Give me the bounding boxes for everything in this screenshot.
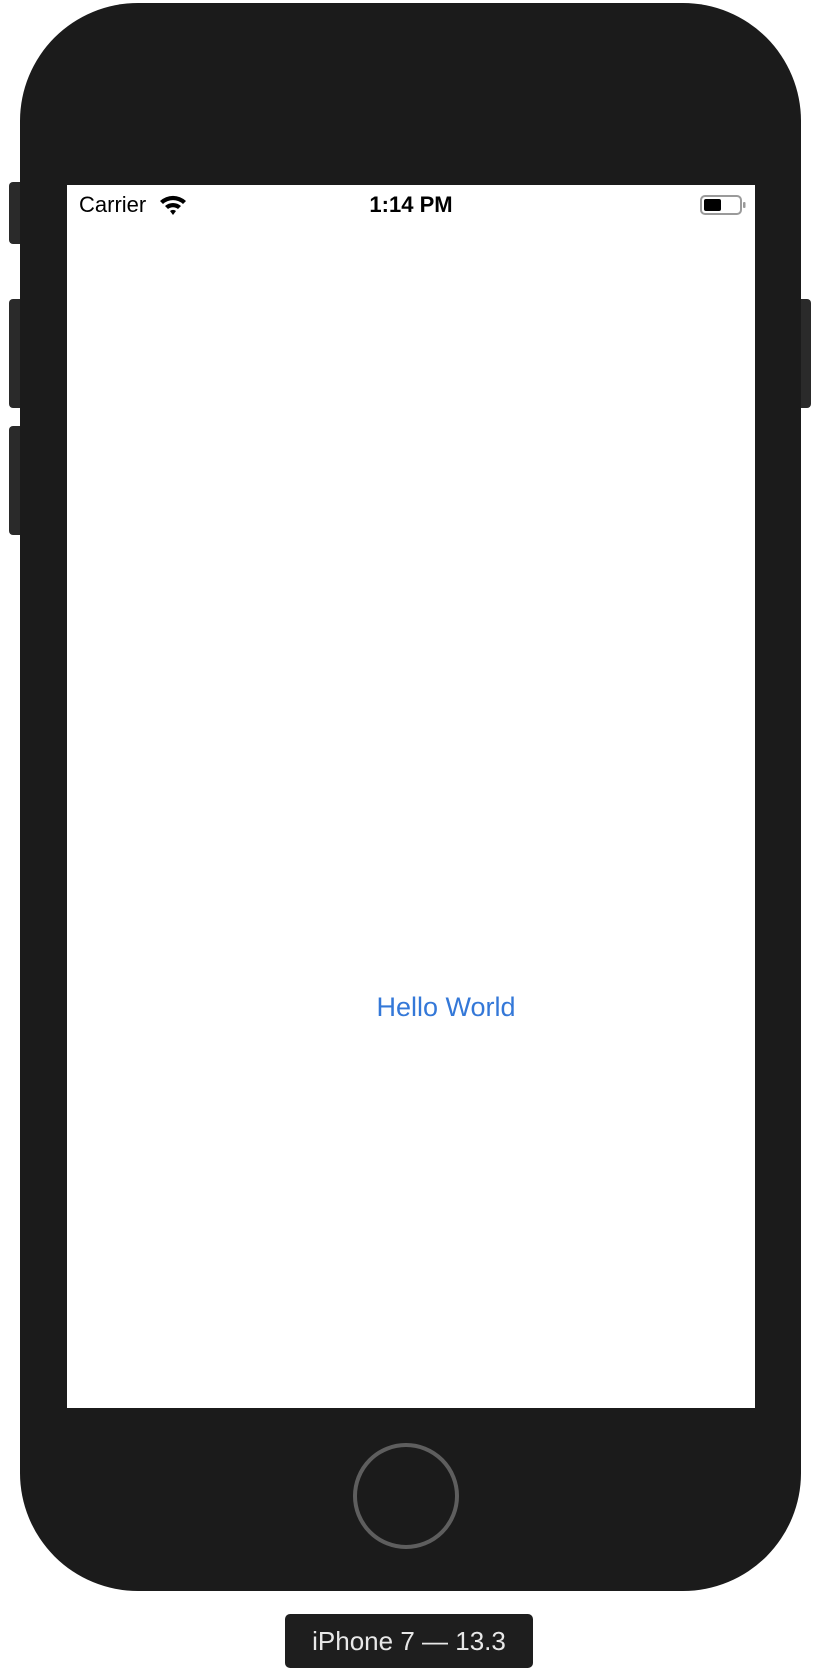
home-button[interactable]: [353, 1443, 459, 1549]
status-bar: Carrier 1:14 PM: [67, 185, 755, 229]
device-screen[interactable]: Carrier 1:14 PM Hello World: [67, 185, 755, 1408]
device-name-label: iPhone 7 — 13.3: [285, 1614, 533, 1668]
hello-world-button[interactable]: Hello World: [67, 991, 755, 1023]
status-time: 1:14 PM: [369, 192, 453, 217]
battery-icon: [700, 193, 746, 217]
simulator-window: Carrier 1:14 PM Hello World iPhone 7 — 1…: [0, 0, 820, 1670]
